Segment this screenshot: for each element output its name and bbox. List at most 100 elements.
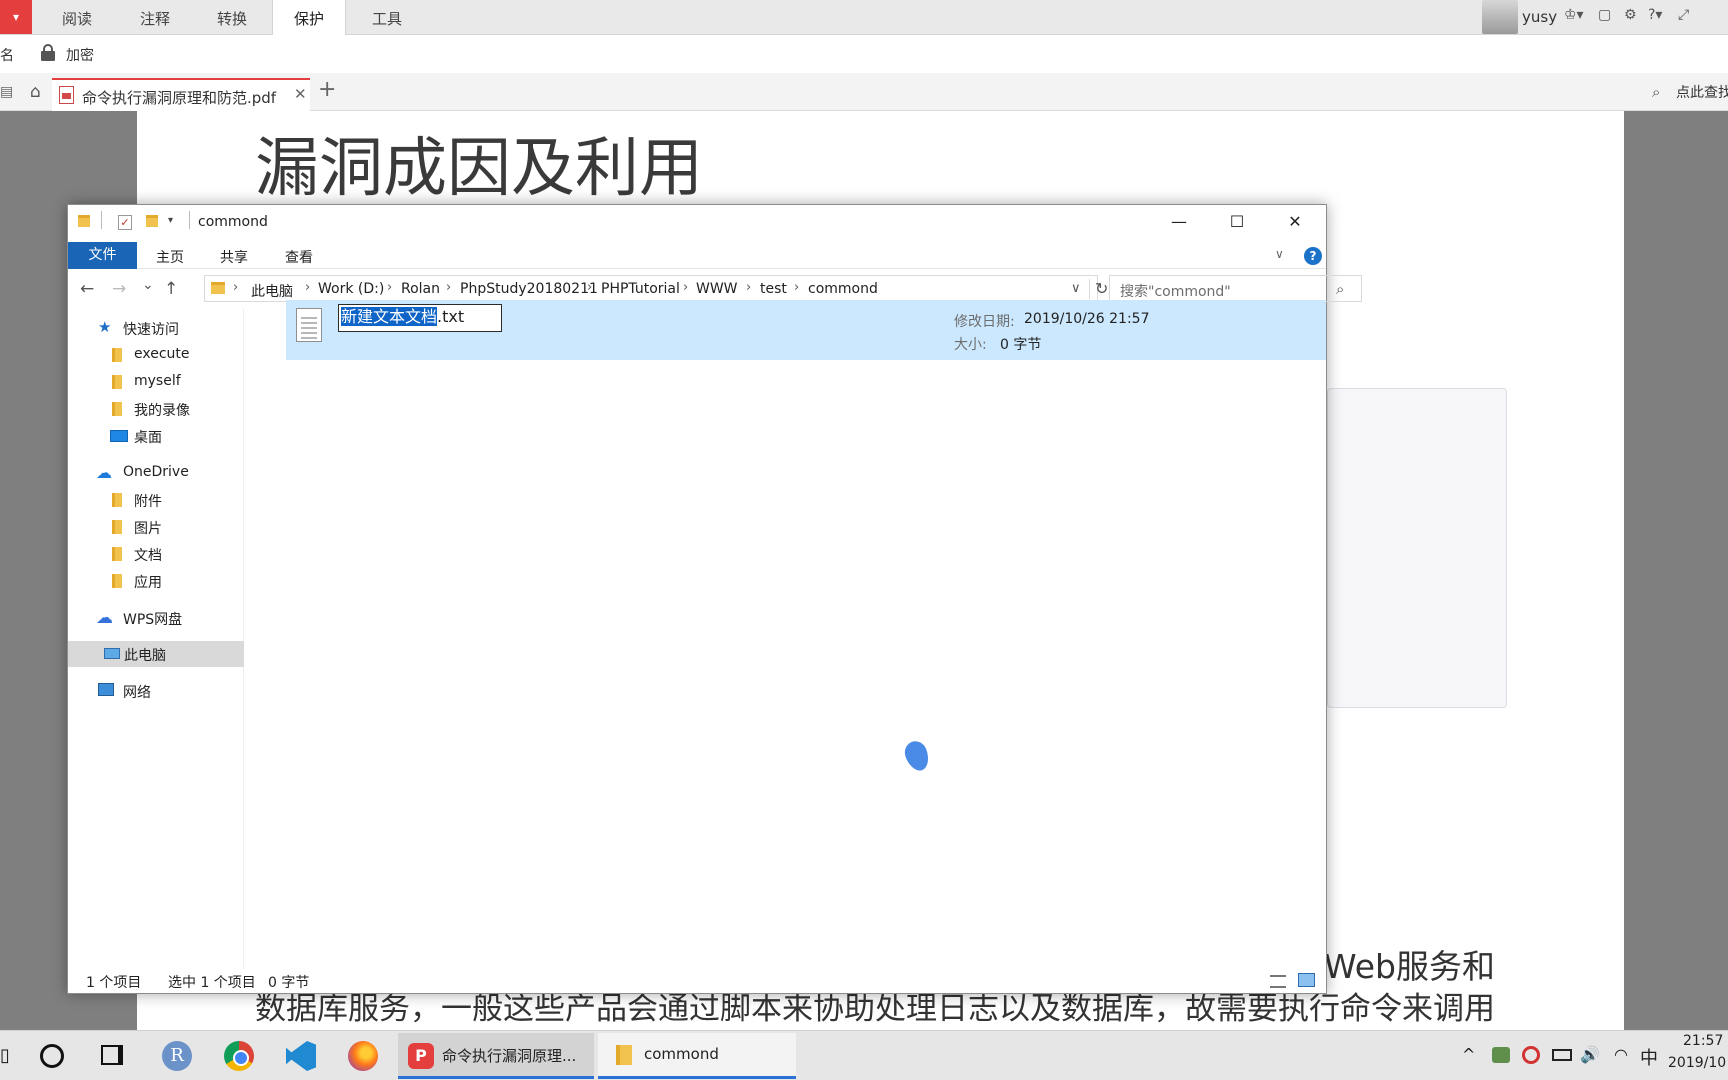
breadcrumb-separator[interactable]: › [794,280,799,295]
input-method-indicator[interactable]: 中 [1640,1044,1658,1070]
status-bar: 1 个项目 选中 1 个项目 0 字节 [68,969,1326,993]
search-icon[interactable]: ⌕ [1336,280,1344,298]
breadcrumb-separator[interactable]: › [746,280,751,295]
ribbon-tab-view[interactable]: 查看 [285,247,313,267]
expand-ribbon-icon[interactable]: ∨ [1275,247,1284,261]
breadcrumb-rolan[interactable]: Rolan [401,281,440,297]
encrypt-button[interactable]: 加密 [66,45,94,65]
taskbar-item-explorer[interactable]: commond [598,1033,796,1079]
taskbar-item-label: commond [644,1045,719,1063]
menu-tab-protect[interactable]: 保护 [272,0,346,35]
address-dropdown-icon[interactable]: ∨ [1071,281,1081,296]
details-view-icon[interactable] [1270,975,1286,988]
sidebar-item-apps[interactable]: 应用 [68,568,244,594]
document-tab[interactable]: 命令执行漏洞原理和防范.pdf ✕ [52,78,310,111]
menu-tab-convert[interactable]: 转换 [197,0,267,35]
wifi-icon[interactable]: ◠ [1614,1045,1628,1064]
address-bar[interactable]: › 此电脑 › Work (D:) › Rolan › PhpStudy2018… [204,275,1108,302]
breadcrumb-www[interactable]: WWW [696,281,738,297]
show-hidden-icons-button[interactable]: ^ [1462,1045,1475,1064]
menu-tab-read[interactable]: 阅读 [42,0,112,35]
home-icon[interactable]: ⌂ [30,82,41,102]
wps-menubar: ▾ 阅读 注释 转换 保护 工具 yusy ♔▾ ▢ ⚙ ?▾ ⤢ [0,0,1728,35]
file-list-item[interactable]: 新建文本文档.txt 修改日期: 2019/10/26 21:57 大小: 0 … [286,300,1326,360]
sidebar-item-network[interactable]: 网络 [68,678,244,704]
ribbon-tab-home[interactable]: 主页 [156,247,184,267]
cortana-icon[interactable] [40,1044,64,1068]
help-menu-icon[interactable]: ?▾ [1648,7,1662,23]
breadcrumb-test[interactable]: test [760,281,787,297]
close-button[interactable]: ✕ [1266,205,1324,239]
fullscreen-icon[interactable]: ⤢ [1678,7,1689,23]
breadcrumb-separator[interactable]: › [387,280,392,295]
sidebar-item-pictures[interactable]: 图片 [68,514,244,540]
breadcrumb-commond[interactable]: commond [808,281,878,297]
minimize-button[interactable]: — [1150,205,1208,239]
breadcrumb-phpstudy[interactable]: PhpStudy20180211 [460,281,598,297]
task-view-icon[interactable] [101,1045,123,1065]
document-tab-close-icon[interactable]: ✕ [294,85,307,103]
sidebar-item-desktop[interactable]: 桌面 [68,423,244,449]
back-button[interactable]: ← [80,279,94,299]
breadcrumb-separator[interactable]: › [683,280,688,295]
refresh-icon[interactable]: ↻ [1095,279,1108,298]
folder-icon [112,375,122,389]
recent-locations-button[interactable]: ⌄ [142,277,154,293]
customize-quick-access-icon[interactable]: ▾ [168,215,173,226]
sidebar-item-this-pc[interactable]: 此电脑 [68,641,244,667]
breadcrumb-separator[interactable]: › [587,280,592,295]
document-search-hint[interactable]: 点此查找 [1676,82,1728,102]
breadcrumb-this-pc[interactable]: 此电脑 [251,281,293,301]
breadcrumb-phptutorial[interactable]: PHPTutorial [601,281,680,297]
start-button-edge[interactable]: ▯ [0,1045,10,1066]
volume-icon[interactable]: 🔊 [1580,1045,1600,1064]
wps-app-menu-button[interactable]: ▾ [0,0,32,34]
help-icon[interactable]: ? [1304,247,1322,265]
rename-input[interactable]: 新建文本文档.txt [338,304,502,332]
modified-date-value: 2019/10/26 21:57 [1024,311,1150,327]
breadcrumb-separator[interactable]: › [305,280,310,295]
tray-app-icon[interactable] [1492,1047,1510,1063]
sidebar-item-myself[interactable]: myself [68,369,244,395]
record-icon[interactable] [1522,1046,1540,1064]
sidebar-item-documents[interactable]: 文档 [68,541,244,567]
ribbon-tab-share[interactable]: 共享 [220,247,248,267]
vip-crown-icon[interactable]: ♔▾ [1564,7,1584,23]
explorer-titlebar[interactable]: ✓ ▾ commond — ☐ ✕ [68,205,1326,239]
forward-button[interactable]: → [112,279,126,299]
maximize-button[interactable]: ☐ [1208,205,1266,239]
up-button[interactable]: ↑ [164,279,178,299]
settings-icon[interactable]: ⚙ [1624,7,1637,23]
new-tab-button[interactable]: + [318,77,336,102]
firefox-icon[interactable] [348,1041,378,1071]
ribbon-tab-file[interactable]: 文件 [68,242,137,269]
avatar[interactable] [1482,0,1518,34]
rename-dropdown-button[interactable]: 名 [0,45,14,65]
taskbar-item-wps-pdf[interactable]: P 命令执行漏洞原理... [398,1033,594,1079]
clock-time[interactable]: 21:57 [1683,1033,1723,1049]
breadcrumb-separator[interactable]: › [446,280,451,295]
network-icon [98,683,114,696]
breadcrumb-separator[interactable]: › [233,280,238,295]
sidebar-item-attachments[interactable]: 附件 [68,487,244,513]
clock-date[interactable]: 2019/10 [1668,1055,1726,1071]
chrome-icon[interactable] [224,1041,254,1071]
battery-icon[interactable] [1552,1049,1572,1061]
vscode-icon[interactable] [286,1041,316,1071]
large-icons-view-icon[interactable] [1298,973,1315,987]
sidebar-toggle-icon[interactable]: ▤ [0,84,13,100]
sidebar-item-execute[interactable]: execute [68,342,244,368]
sidebar-item-onedrive[interactable]: ☁ OneDrive [68,460,244,486]
menu-tab-tools[interactable]: 工具 [352,0,422,35]
menu-tab-annotate[interactable]: 注释 [120,0,190,35]
breadcrumb-work-drive[interactable]: Work (D:) [318,281,384,297]
sidebar-item-wps-cloud[interactable]: ☁ WPS网盘 [68,605,244,631]
new-folder-icon[interactable] [146,215,158,227]
r-app-icon[interactable]: R [162,1041,192,1071]
properties-icon[interactable]: ✓ [118,215,132,230]
sidebar-item-my-recordings[interactable]: 我的录像 [68,396,244,422]
sidebar-item-quick-access[interactable]: ★ 快速访问 [68,315,244,341]
search-input[interactable]: 搜索"commond" ⌕ [1109,275,1362,302]
message-icon[interactable]: ▢ [1598,7,1611,23]
user-name[interactable]: yusy [1522,8,1557,26]
